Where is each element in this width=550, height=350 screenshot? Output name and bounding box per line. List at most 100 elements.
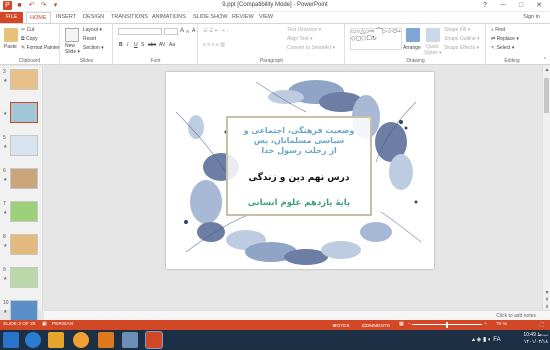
animation-star-icon: ★ <box>3 144 8 150</box>
replace-button[interactable]: ⇄ Replace ▾ <box>491 36 519 42</box>
previous-slide-icon[interactable]: ⇞ <box>543 297 550 303</box>
cut-button[interactable]: ✂ Cut <box>21 27 34 33</box>
editing-label: Editing <box>504 58 520 64</box>
new-slide-dropdown[interactable]: Slide ▾ <box>65 49 80 55</box>
slide-canvas[interactable]: وضعیت فرهنگی، اجتماعی و سیاسی مسلمانان، … <box>166 72 434 269</box>
close-button[interactable]: ✕ <box>530 0 548 11</box>
text-direction-button[interactable]: Text Direction ▾ <box>287 27 321 33</box>
tab-design[interactable]: DESIGN <box>83 12 104 23</box>
start-button-icon[interactable] <box>3 332 19 348</box>
slide-heading-line3[interactable]: از رحلت رسول خدا <box>228 146 370 156</box>
slide-thumbnail[interactable] <box>10 135 38 156</box>
reset-button[interactable]: Reset <box>83 36 96 42</box>
clear-formatting-button[interactable]: A <box>192 28 195 34</box>
firefox-icon[interactable] <box>73 332 89 348</box>
language-indicator-tray[interactable]: FA <box>493 337 500 343</box>
fit-slide-icon[interactable]: ⛶ <box>540 322 543 328</box>
thumbnail-number: 7 <box>3 201 6 207</box>
tab-review[interactable]: REVIEW <box>232 12 254 23</box>
shape-effects-button[interactable]: Shape Effects ▾ <box>444 45 479 51</box>
help-button[interactable]: ? <box>476 0 494 11</box>
notes-pane[interactable]: Click to add notes <box>44 310 550 320</box>
shrink-font-button[interactable]: A <box>186 29 189 34</box>
slides-group: New Slide ▾ Layout ▾ Reset Section ▾ Sli… <box>61 24 113 65</box>
change-case-button[interactable]: Aa <box>169 42 175 48</box>
collapse-ribbon-icon[interactable]: ⌃ <box>543 57 547 63</box>
font-size-box[interactable] <box>164 28 178 35</box>
font-name-box[interactable] <box>118 28 162 35</box>
scrollbar-thumb[interactable] <box>544 78 549 113</box>
shapes-gallery[interactable]: ▭○△▱⇨ ⌒▷☆⬭⌁ ◇▢⬠☐↻ <box>350 28 402 50</box>
media-player-icon[interactable] <box>98 332 114 348</box>
spellcheck-icon[interactable]: ▣ <box>42 322 47 327</box>
format-painter-button[interactable]: ✎ Format Painter <box>21 45 60 51</box>
zoom-out-button[interactable]: − <box>408 322 411 327</box>
align-text-button[interactable]: Align Text ▾ <box>287 36 313 42</box>
vertical-scrollbar[interactable]: ▲ ▼ ⇞ ⇟ <box>542 66 550 310</box>
bold-button[interactable]: B <box>119 42 123 48</box>
layout-button[interactable]: Layout ▾ <box>83 27 102 33</box>
sign-in-link[interactable]: Sign in <box>523 12 540 23</box>
powerpoint-taskbar-icon[interactable] <box>145 331 163 349</box>
slide-lesson-title[interactable]: درس نهم دین و زندگی <box>228 173 370 183</box>
slide-thumbnail[interactable] <box>10 69 38 90</box>
language-indicator[interactable]: PERSIAN <box>52 322 73 327</box>
paste-button[interactable]: Paste <box>4 44 17 50</box>
find-button[interactable]: ⌕ Find <box>491 27 505 33</box>
tab-slideshow[interactable]: SLIDE SHOW <box>193 12 228 23</box>
slide-thumbnail[interactable] <box>10 300 38 321</box>
select-button[interactable]: ↖ Select ▾ <box>491 45 514 51</box>
system-tray-icons[interactable]: ▴ ◈ ▮ ◐ FA <box>472 336 501 343</box>
clock[interactable]: 10:49 ب.ظ ۱۴۰۱/۰۴/۱۸ <box>523 332 548 346</box>
notes-placeholder[interactable]: Click to add notes <box>496 313 536 319</box>
arrange-button[interactable]: Arrange <box>403 45 421 51</box>
tab-insert[interactable]: INSERT <box>56 12 76 23</box>
quick-styles-dropdown[interactable]: Styles ▾ <box>424 50 442 56</box>
tab-animations[interactable]: ANIMATIONS <box>152 12 186 23</box>
character-spacing-button[interactable]: AV <box>159 42 165 48</box>
clipboard-group: Paste ✂ Cut ⧉ Copy ✎ Format Painter Clip… <box>0 24 60 65</box>
internet-explorer-icon[interactable] <box>25 332 41 348</box>
window-title: 9.ppt [Compatibility Mode] - PowerPoint <box>222 2 328 8</box>
slide-heading-line2[interactable]: سیاسی مسلمانان، پس <box>228 136 370 146</box>
underline-button[interactable]: U <box>134 42 138 48</box>
tab-file[interactable]: FILE <box>0 12 23 23</box>
shape-fill-button[interactable]: Shape Fill ▾ <box>444 27 470 33</box>
grow-font-button[interactable]: A <box>180 28 184 34</box>
animation-star-icon: ★ <box>3 111 8 117</box>
clock-time: 10:49 ب.ظ <box>523 332 548 338</box>
slide-thumbnail[interactable] <box>10 234 38 255</box>
slide-thumbnail[interactable] <box>10 168 38 189</box>
alignment-icons[interactable]: ≡ ≡ ≡ ≡ ▥ <box>203 42 225 48</box>
zoom-level[interactable]: 70 % <box>496 322 507 327</box>
strikethrough-button[interactable]: abc <box>148 42 156 48</box>
restore-button[interactable]: □ <box>512 0 530 11</box>
tab-view[interactable]: VIEW <box>259 12 273 23</box>
slide-thumbnail[interactable] <box>10 201 38 222</box>
minimize-button[interactable]: ─ <box>494 0 512 11</box>
scroll-down-icon[interactable]: ▼ <box>543 290 550 296</box>
slide-heading-line1[interactable]: وضعیت فرهنگی، اجتماعی و <box>228 126 370 136</box>
slide-grade-subtitle[interactable]: پایهٔ یازدهم علوم انسانی <box>228 198 370 208</box>
animation-star-icon: ★ <box>3 309 8 315</box>
tab-transitions[interactable]: TRANSITIONS <box>111 12 148 23</box>
italic-button[interactable]: I <box>127 42 128 48</box>
convert-smartart-button[interactable]: Convert to SmartArt ▾ <box>287 45 335 51</box>
file-explorer-icon[interactable] <box>48 332 64 348</box>
normal-view-icon[interactable]: ▦ <box>399 322 404 327</box>
thumbnail-number: 10 <box>3 300 9 306</box>
tab-home[interactable]: HOME <box>26 12 51 23</box>
scroll-up-icon[interactable]: ▲ <box>543 67 550 73</box>
app-icon[interactable] <box>122 332 138 348</box>
section-button[interactable]: Section ▾ <box>83 45 104 51</box>
copy-button[interactable]: ⧉ Copy <box>21 36 38 42</box>
slide-thumbnail[interactable] <box>10 102 38 123</box>
zoom-in-button[interactable]: + <box>484 322 487 327</box>
slide-thumbnail[interactable] <box>10 267 38 288</box>
title-bar: P ■ ↶ ↷ ▾ 9.ppt [Compatibility Mode] - P… <box>0 0 550 12</box>
bullets-icon[interactable]: ☰ ☰ ⇤ ⇥ ↕ <box>203 28 228 34</box>
shadow-button[interactable]: S <box>141 42 144 48</box>
shape-outline-button[interactable]: Shape Outline ▾ <box>444 36 480 42</box>
zoom-slider-handle[interactable] <box>446 322 448 328</box>
title-frame[interactable]: وضعیت فرهنگی، اجتماعی و سیاسی مسلمانان، … <box>226 116 372 216</box>
